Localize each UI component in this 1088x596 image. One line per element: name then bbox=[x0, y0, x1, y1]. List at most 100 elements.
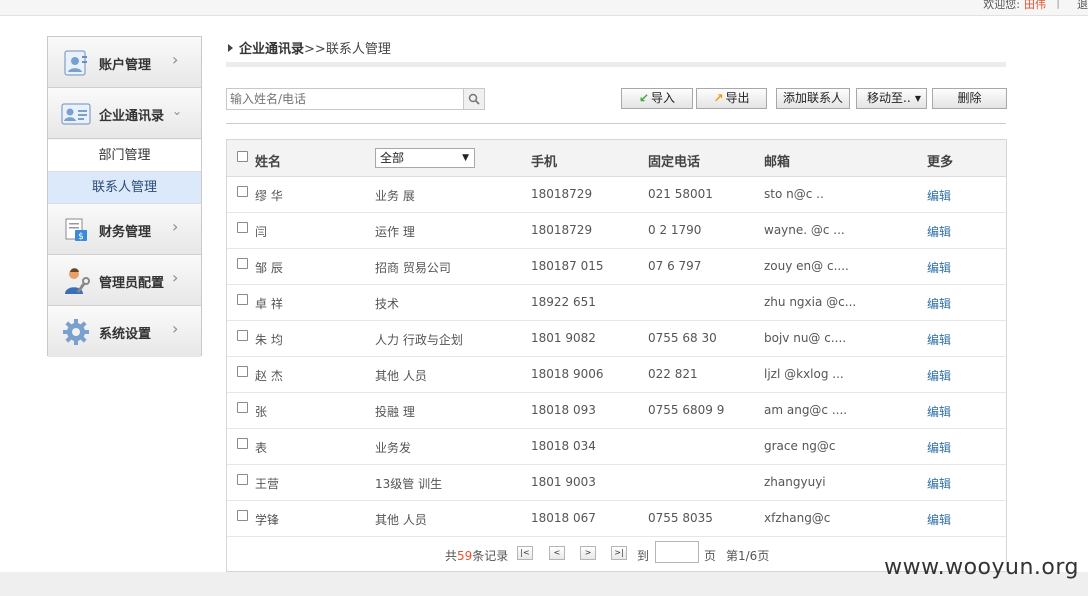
row-checkbox[interactable] bbox=[237, 258, 248, 269]
cell-department: 其他 人员 bbox=[375, 369, 427, 383]
prev-page-button[interactable]: < bbox=[549, 546, 565, 560]
header-more: 更多 bbox=[927, 155, 954, 170]
table-row: 赵 杰 其他 人员 18018 9006 022 821 ljzl @kxlog ...… bbox=[227, 357, 1006, 393]
row-checkbox[interactable] bbox=[237, 474, 248, 485]
chevron-right-icon: › bbox=[172, 268, 179, 287]
sidebar-item-account[interactable]: 账户管理 › bbox=[48, 37, 201, 88]
search-box bbox=[226, 88, 485, 110]
triangle-right-icon bbox=[228, 44, 233, 52]
goto-label: 到 bbox=[637, 549, 650, 563]
select-all-checkbox[interactable] bbox=[237, 151, 248, 162]
page-unit-label: 页 bbox=[704, 549, 717, 563]
search-input[interactable] bbox=[227, 89, 463, 109]
row-checkbox[interactable] bbox=[237, 510, 248, 521]
add-contact-button[interactable]: 添加联系人 bbox=[776, 88, 850, 109]
cell-name: 闫 bbox=[255, 225, 268, 239]
delete-button[interactable]: 删除 bbox=[932, 88, 1007, 109]
page-number-input[interactable] bbox=[655, 541, 699, 563]
cell-phone: 022 821 bbox=[648, 367, 698, 381]
edit-link[interactable]: 编辑 bbox=[927, 511, 951, 528]
edit-link[interactable]: 编辑 bbox=[927, 223, 951, 240]
sidebar-item-label: 财务管理 bbox=[99, 225, 152, 240]
chevron-down-icon: ⌄ bbox=[172, 104, 183, 118]
table-row: 学锋 其他 人员 18018 067 0755 8035 xfzhang@c 编辑 bbox=[227, 501, 1006, 537]
contacts-table: 姓名 全部 ▼ 手机 固定电话 邮箱 更多 缪 华 业务 展 18018729 021 … bbox=[226, 139, 1007, 572]
edit-link[interactable]: 编辑 bbox=[927, 403, 951, 420]
cell-phone: 0 2 1790 bbox=[648, 223, 702, 237]
search-button[interactable] bbox=[463, 89, 484, 109]
cell-email: ljzl @kxlog ... bbox=[764, 367, 844, 381]
cell-phone: 0755 6809 9 bbox=[648, 403, 725, 417]
settings-gear-icon bbox=[61, 318, 91, 346]
account-icon bbox=[61, 49, 91, 77]
row-checkbox[interactable] bbox=[237, 294, 248, 305]
cell-email: sto n@c .. bbox=[764, 187, 824, 201]
cell-mobile: 18018729 bbox=[531, 223, 593, 237]
breadcrumb-root[interactable]: 企业通讯录 bbox=[239, 42, 304, 57]
edit-link[interactable]: 编辑 bbox=[927, 187, 951, 204]
export-button[interactable]: ↗ 导出 bbox=[696, 88, 767, 109]
edit-link[interactable]: 编辑 bbox=[927, 295, 951, 312]
header-email: 邮箱 bbox=[764, 155, 791, 170]
chevron-right-icon: › bbox=[172, 217, 179, 236]
move-to-button[interactable]: 移动至.. ▼ bbox=[856, 88, 927, 109]
table-row: 朱 均 人力 行政与企划 1801 9082 0755 68 30 bojv nu@ c… bbox=[227, 321, 1006, 357]
edit-link[interactable]: 编辑 bbox=[927, 367, 951, 384]
contacts-card-icon bbox=[61, 100, 91, 128]
edit-link[interactable]: 编辑 bbox=[927, 259, 951, 276]
cell-mobile: 18018 034 bbox=[531, 439, 596, 453]
sidebar-subitem-departments[interactable]: 部门管理 bbox=[48, 140, 201, 172]
row-checkbox[interactable] bbox=[237, 222, 248, 233]
cell-department: 运作 理 bbox=[375, 225, 415, 239]
finance-icon: $ bbox=[61, 216, 91, 244]
breadcrumb-divider bbox=[226, 62, 1006, 67]
svg-text:$: $ bbox=[78, 232, 84, 242]
cell-department: 13级管 训生 bbox=[375, 477, 443, 491]
cell-name: 学锋 bbox=[255, 513, 280, 527]
next-page-button[interactable]: > bbox=[580, 546, 596, 560]
row-checkbox[interactable] bbox=[237, 330, 248, 341]
logout-link[interactable]: 退 bbox=[1077, 0, 1088, 12]
edit-link[interactable]: 编辑 bbox=[927, 439, 951, 456]
breadcrumb-separator: >> bbox=[304, 42, 326, 57]
last-page-button[interactable]: >| bbox=[611, 546, 627, 560]
cell-mobile: 18018729 bbox=[531, 187, 593, 201]
page-info: 第1/6页 bbox=[726, 549, 770, 563]
header-phone: 固定电话 bbox=[648, 155, 701, 170]
row-checkbox[interactable] bbox=[237, 438, 248, 449]
edit-link[interactable]: 编辑 bbox=[927, 475, 951, 492]
cell-department: 其他 人员 bbox=[375, 513, 427, 527]
import-button[interactable]: ↙ 导入 bbox=[621, 88, 693, 109]
admin-icon bbox=[61, 267, 91, 295]
cell-mobile: 180187 015 bbox=[531, 259, 604, 273]
cell-phone: 0755 8035 bbox=[648, 511, 713, 525]
cell-department: 招商 贸易公司 bbox=[375, 261, 451, 275]
chevron-right-icon: › bbox=[172, 319, 179, 338]
row-checkbox[interactable] bbox=[237, 366, 248, 377]
welcome-text: 欢迎您: 田伟 bbox=[983, 0, 1046, 11]
row-checkbox[interactable] bbox=[237, 186, 248, 197]
cell-email: zouy en@ c.... bbox=[764, 259, 849, 273]
department-filter-value: 全部 bbox=[380, 151, 405, 165]
move-to-label: 移动至.. bbox=[867, 91, 911, 105]
row-checkbox[interactable] bbox=[237, 402, 248, 413]
cell-name: 表 bbox=[255, 441, 268, 455]
top-bar: 欢迎您: 田伟 | 退 bbox=[0, 0, 1088, 16]
cell-department: 投融 理 bbox=[375, 405, 415, 419]
chevron-right-icon: › bbox=[172, 50, 179, 69]
table-row: 表 业务发 18018 034 grace ng@c 编辑 bbox=[227, 429, 1006, 465]
first-page-button[interactable]: |< bbox=[517, 546, 533, 560]
cell-mobile: 18018 067 bbox=[531, 511, 596, 525]
username-link[interactable]: 田伟 bbox=[1024, 0, 1046, 11]
sidebar-item-admin-config[interactable]: 管理员配置 › bbox=[48, 255, 201, 306]
cell-department: 技术 bbox=[375, 297, 400, 311]
sidebar: 账户管理 › 企业通讯录 ⌄ 部门管理 联系人管理 $ 财务管理 › 管理员配置… bbox=[47, 36, 202, 357]
export-arrow-icon: ↗ bbox=[713, 91, 724, 105]
cell-name: 邹 辰 bbox=[255, 261, 283, 275]
sidebar-subitem-contacts[interactable]: 联系人管理 bbox=[48, 172, 201, 204]
sidebar-item-finance[interactable]: $ 财务管理 › bbox=[48, 204, 201, 255]
department-filter-select[interactable]: 全部 ▼ bbox=[375, 148, 475, 168]
edit-link[interactable]: 编辑 bbox=[927, 331, 951, 348]
sidebar-item-contacts[interactable]: 企业通讯录 ⌄ bbox=[48, 88, 201, 139]
sidebar-item-system-settings[interactable]: 系统设置 › bbox=[48, 306, 201, 357]
